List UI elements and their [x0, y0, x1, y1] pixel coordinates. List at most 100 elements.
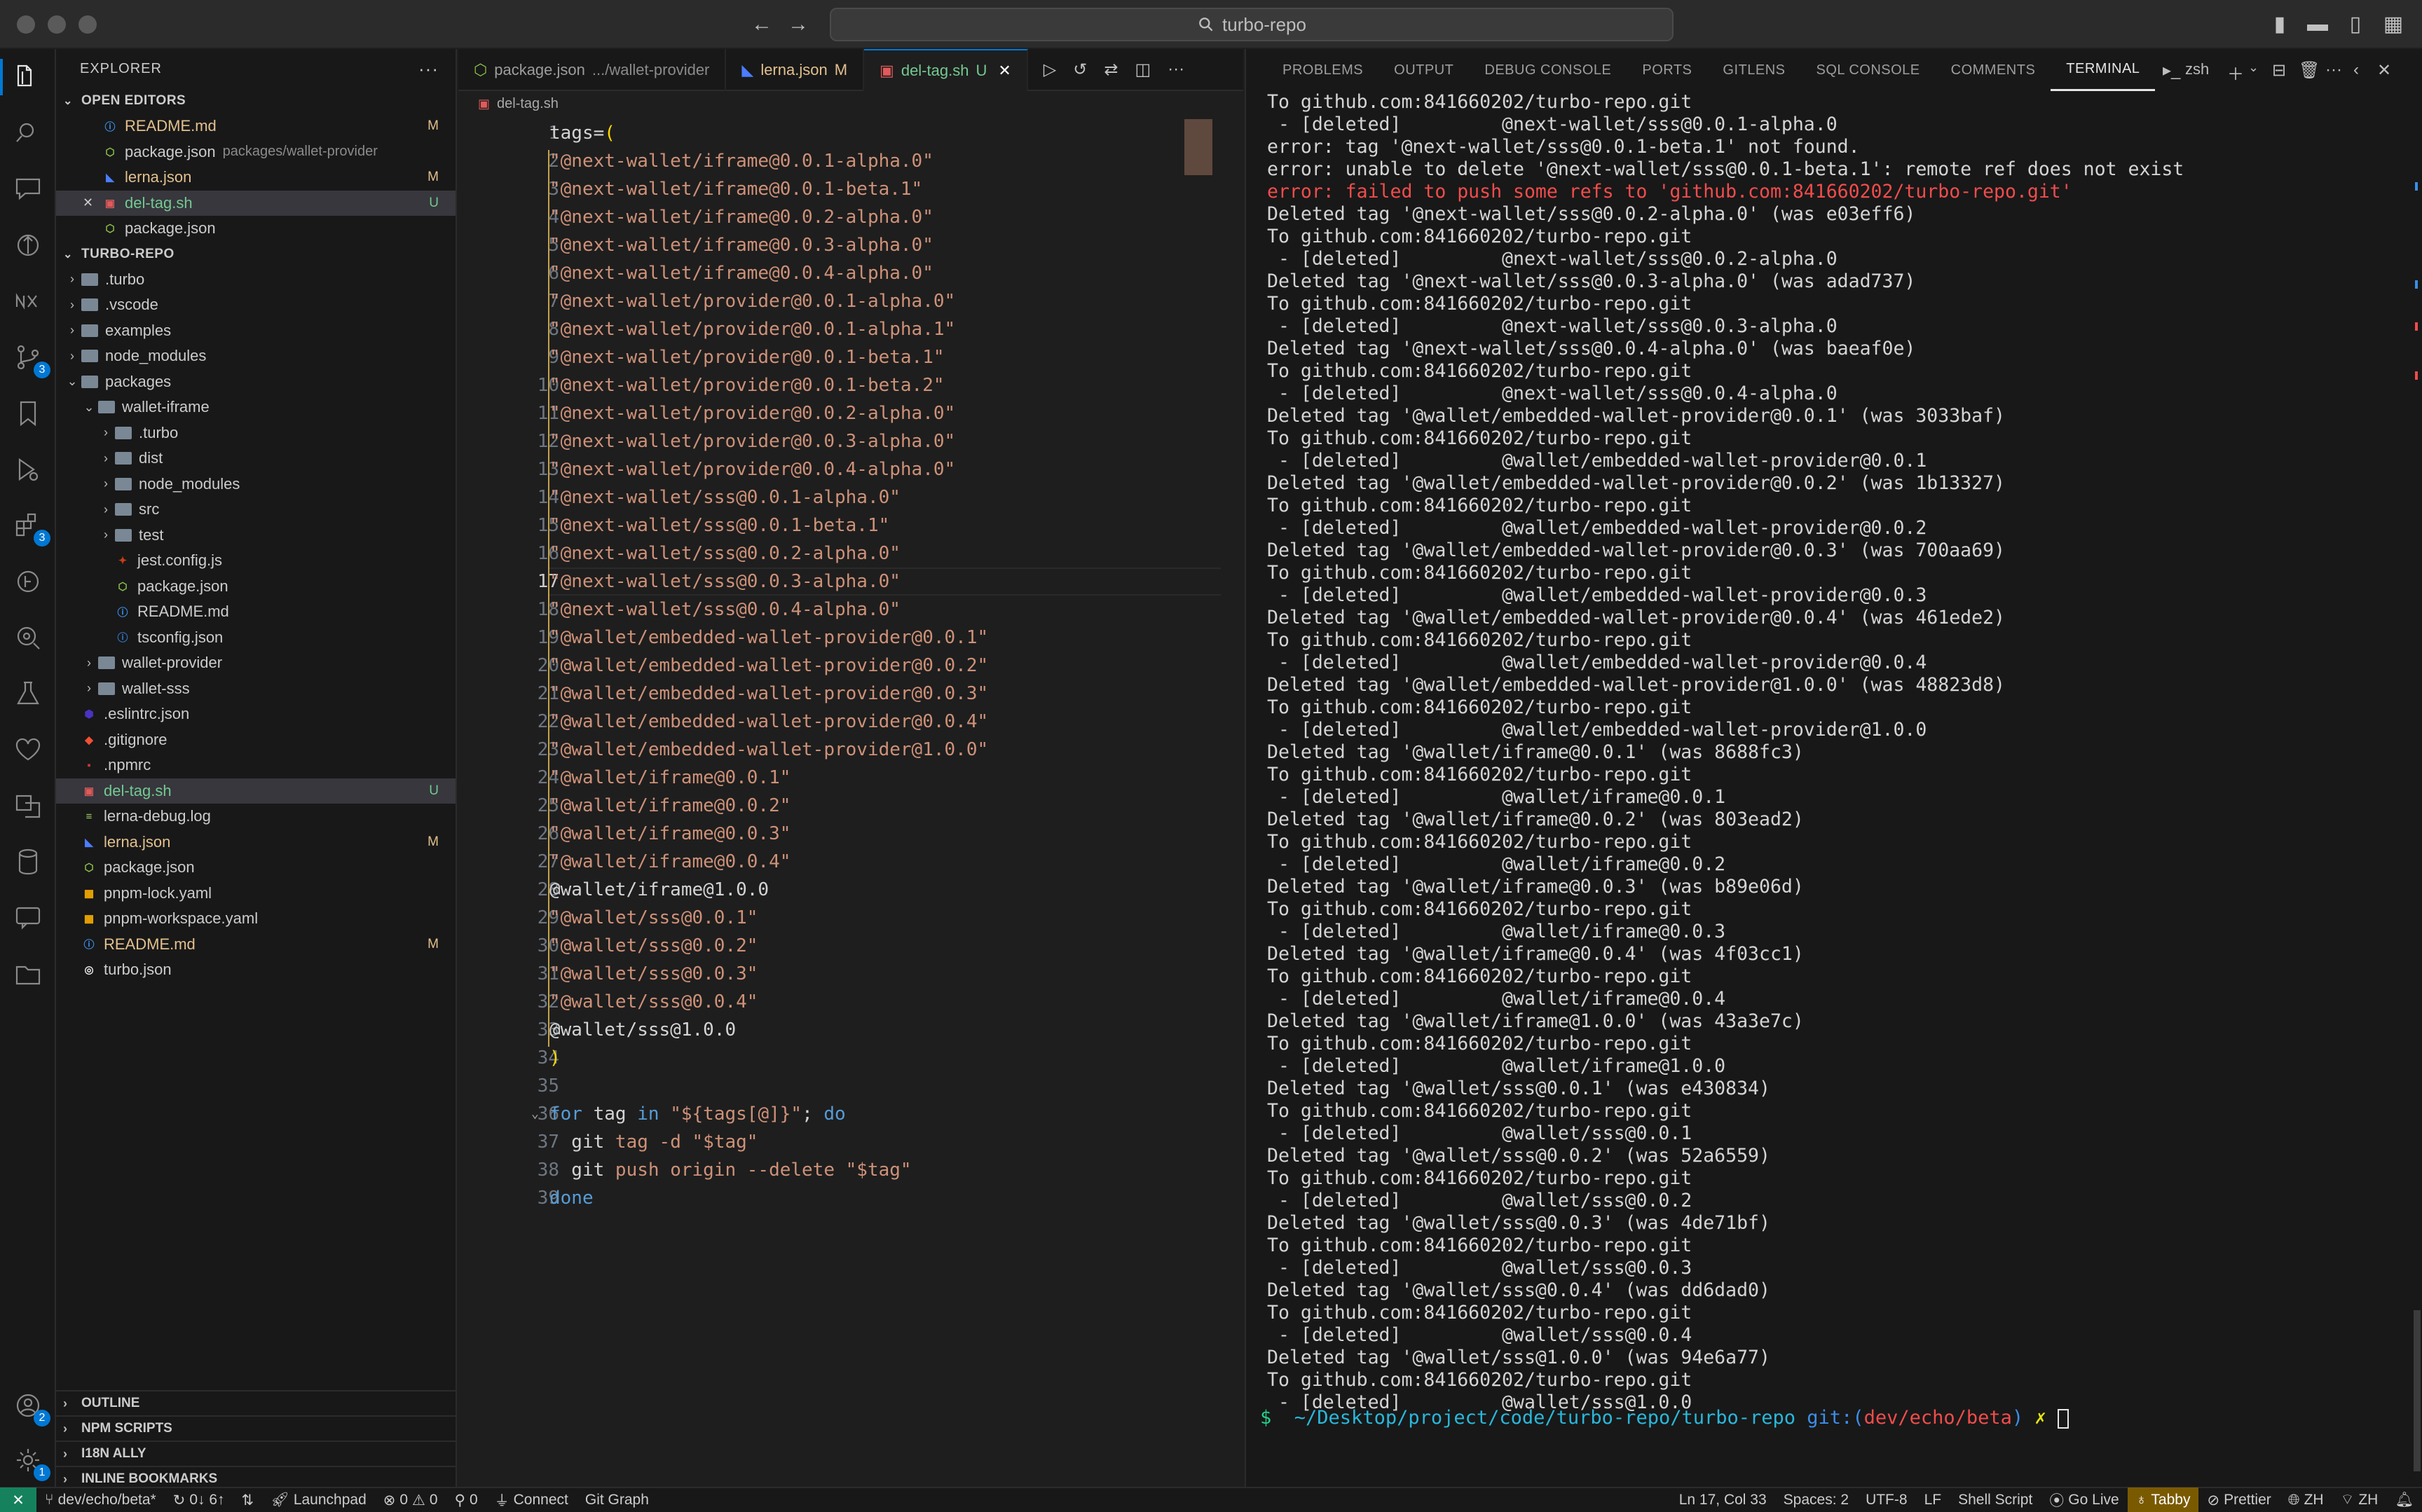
tree-file[interactable]: ⬢ .eslintrc.json — [56, 701, 456, 727]
activity-run-debug-button[interactable] — [10, 451, 46, 488]
split-editor-icon[interactable]: ◫ — [1135, 60, 1151, 80]
tree-file[interactable]: ◎ turbo.json — [56, 957, 456, 983]
close-icon[interactable]: ✕ — [998, 62, 1011, 80]
customize-layout-icon[interactable]: ▦ — [2381, 13, 2405, 36]
terminal-scrollbar[interactable] — [2414, 1310, 2421, 1471]
tree-file[interactable]: ◆ .gitignore — [56, 727, 456, 753]
tree-file[interactable]: ⓘ README.md — [56, 599, 456, 625]
tree-file[interactable]: ▣ del-tag.sh U — [56, 778, 456, 804]
panel-tab-gitlens[interactable]: GITLENS — [1707, 49, 1800, 91]
editor-tab[interactable]: ▣ del-tag.sh U ✕ — [864, 49, 1028, 91]
panel-tab-sql-console[interactable]: SQL CONSOLE — [1800, 49, 1935, 91]
sidebar-section-npm-scripts[interactable]: › NPM SCRIPTS — [56, 1415, 456, 1441]
activity-git-graph-button[interactable] — [10, 563, 46, 600]
more-actions-icon[interactable]: ··· — [418, 58, 439, 80]
tree-file[interactable]: ≡ lerna-debug.log — [56, 804, 456, 830]
cursor-position[interactable]: Ln 17, Col 33 — [1671, 1487, 1775, 1512]
tree-folder[interactable]: › wallet-provider — [56, 650, 456, 676]
tree-file[interactable]: ⓘ tsconfig.json — [56, 625, 456, 651]
terminal-shell-label[interactable]: zsh — [2185, 60, 2209, 78]
panel-tab-terminal[interactable]: TERMINAL — [2051, 49, 2156, 91]
sidebar-section-outline[interactable]: › OUTLINE — [56, 1390, 456, 1415]
terminal-prompt[interactable]: $ ~/Desktop/project/code/turbo-repo/turb… — [1260, 1407, 2069, 1429]
trash-icon[interactable]: 🗑 — [2299, 60, 2320, 81]
command-center-search[interactable]: turbo-repo — [830, 8, 1674, 41]
activity-explorer-button[interactable] — [0, 59, 46, 95]
tree-file[interactable]: ⓘ README.md M — [56, 932, 456, 958]
sidebar-section-i18n-ally[interactable]: › I18N ALLY — [56, 1441, 456, 1466]
tree-file[interactable]: ▦ pnpm-workspace.yaml — [56, 906, 456, 932]
tree-folder[interactable]: › .vscode — [56, 292, 456, 318]
history-icon[interactable]: ↺ — [1073, 60, 1087, 80]
activity-database-button[interactable] — [10, 844, 46, 880]
activity-comments-button[interactable] — [10, 900, 46, 936]
tree-folder[interactable]: › .turbo — [56, 420, 456, 446]
activity-chat-button[interactable] — [10, 171, 46, 207]
editor-tab[interactable]: ◣ lerna.json M — [726, 49, 865, 91]
prettier-button[interactable]: ⊘ Prettier — [2198, 1487, 2279, 1512]
activity-settings-button[interactable]: 1 — [10, 1442, 50, 1481]
activity-remote-button[interactable] — [10, 619, 46, 656]
toggle-secondary-sidebar-icon[interactable]: ▯ — [2344, 13, 2367, 36]
open-editor-item[interactable]: ◣ lerna.json M — [56, 165, 456, 191]
open-editor-item[interactable]: ⬡ package.json packages/wallet-provider — [56, 139, 456, 165]
activity-extensions-button[interactable]: 3 — [10, 507, 50, 547]
open-editor-item[interactable]: ✕ ▣ del-tag.sh U — [56, 190, 456, 216]
tree-file[interactable]: ⬡ package.json — [56, 855, 456, 881]
terminal-output[interactable]: To github.com:841660202/turbo-repo.git -… — [1267, 91, 2402, 1414]
activity-bookmarks-button[interactable] — [10, 395, 46, 432]
git-graph-button[interactable]: Git Graph — [577, 1487, 657, 1512]
open-editors-header[interactable]: ⌄ OPEN EDITORS — [56, 88, 456, 114]
fold-chevron-icon[interactable]: ⌄ — [531, 1100, 539, 1128]
tree-folder[interactable]: › node_modules — [56, 343, 456, 369]
tree-folder[interactable]: › node_modules — [56, 472, 456, 497]
close-icon[interactable]: ✕ — [83, 195, 93, 210]
new-terminal-icon[interactable]: ＋ — [2227, 60, 2244, 85]
activity-i18n-button[interactable] — [10, 788, 46, 824]
activity-source-control-button[interactable]: 3 — [10, 339, 50, 378]
activity-testing-button[interactable] — [10, 675, 46, 712]
toggle-primary-sidebar-icon[interactable]: ▮ — [2268, 13, 2292, 36]
run-icon[interactable]: ▷ — [1044, 60, 1056, 80]
gitlens-indicator[interactable]: ⇅ — [233, 1487, 263, 1512]
notifications-button[interactable]: 🔔︎ — [2386, 1487, 2422, 1512]
go-live-button[interactable]: ⦿ Go Live — [2041, 1487, 2127, 1512]
tree-file[interactable]: ⬡ package.json — [56, 574, 456, 600]
tree-folder[interactable]: › examples — [56, 318, 456, 344]
activity-gitlens-button[interactable] — [10, 227, 46, 263]
connect-button[interactable]: ⏚ Connect — [486, 1487, 577, 1512]
tree-file[interactable]: ◣ lerna.json M — [56, 830, 456, 855]
back-arrow-icon[interactable]: ← — [750, 13, 774, 36]
language-mode[interactable]: Shell Script — [1950, 1487, 2041, 1512]
close-window-button[interactable] — [17, 15, 35, 34]
repo-header[interactable]: ⌄ TURBO-REPO — [56, 242, 456, 267]
tree-folder[interactable]: ⌄ packages — [56, 369, 456, 395]
activity-accounts-button[interactable]: 2 — [10, 1387, 50, 1427]
chevron-left-icon[interactable]: ‹ — [2353, 60, 2359, 80]
forward-arrow-icon[interactable]: → — [786, 13, 810, 36]
open-editor-item[interactable]: ⬡ package.json — [56, 216, 456, 242]
tree-file[interactable]: ▦ pnpm-lock.yaml — [56, 881, 456, 907]
minimap[interactable] — [1184, 119, 1212, 175]
activity-folder-button[interactable] — [10, 956, 46, 992]
tree-folder[interactable]: › src — [56, 497, 456, 523]
breadcrumb-file[interactable]: del-tag.sh — [497, 96, 559, 112]
remote-indicator[interactable]: ✕ — [0, 1487, 36, 1512]
locale-indicator-2[interactable]: ⌔ ZH — [2332, 1487, 2387, 1512]
git-compare-icon[interactable]: ⇄ — [1104, 60, 1118, 80]
chevron-down-icon[interactable]: ⌄ — [2248, 60, 2259, 75]
eol-indicator[interactable]: LF — [1916, 1487, 1950, 1512]
tree-folder[interactable]: › test — [56, 523, 456, 549]
branch-indicator[interactable]: ⑂ dev/echo/beta* — [36, 1487, 165, 1512]
locale-indicator[interactable]: 🌐︎ ZH — [2280, 1487, 2332, 1512]
tree-folder[interactable]: ⌄ wallet-iframe — [56, 394, 456, 420]
more-actions-icon[interactable]: ··· — [1168, 60, 1184, 79]
problems-indicator[interactable]: ⊗ 0 ⚠ 0 — [375, 1487, 446, 1512]
launchpad-button[interactable]: 🚀︎ Launchpad — [262, 1487, 375, 1512]
tree-folder[interactable]: › dist — [56, 446, 456, 472]
more-actions-icon[interactable]: ··· — [2325, 60, 2342, 80]
sidebar-section-inline-bookmarks[interactable]: › INLINE BOOKMARKS — [56, 1466, 456, 1487]
split-terminal-icon[interactable]: ⊟ — [2272, 60, 2286, 81]
panel-tab-debug-console[interactable]: DEBUG CONSOLE — [1469, 49, 1627, 91]
editor-tab[interactable]: ⬡ package.json .../wallet-provider — [458, 49, 727, 91]
